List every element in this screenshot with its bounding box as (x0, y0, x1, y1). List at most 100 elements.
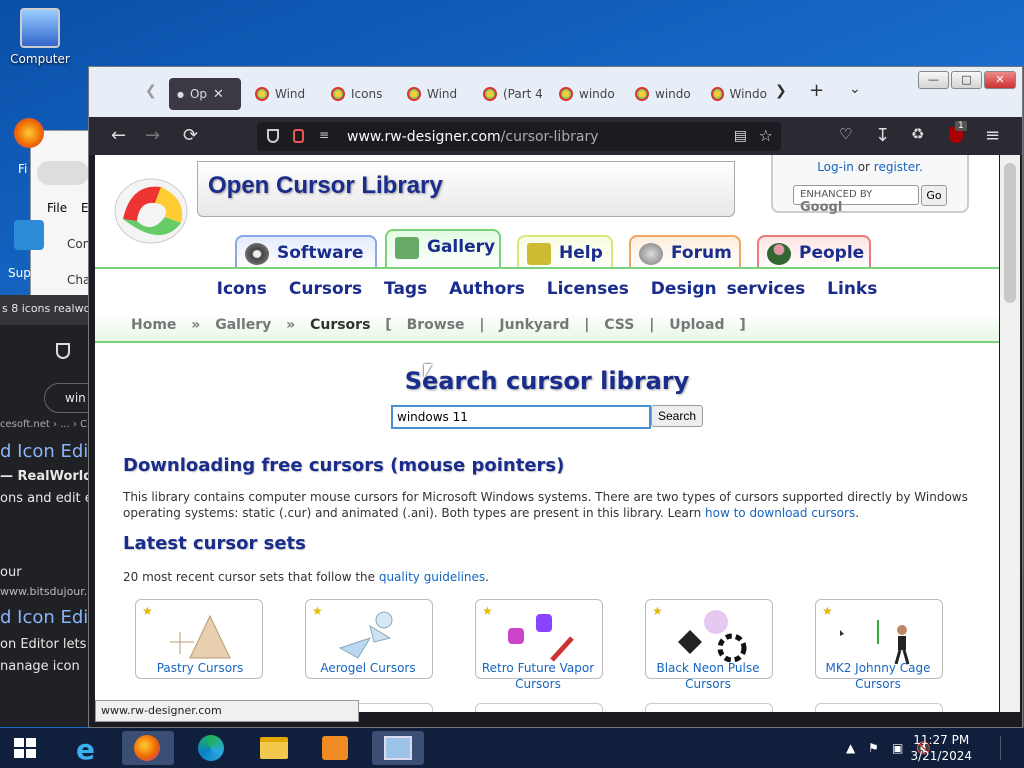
page-scrollbar[interactable] (1000, 155, 1020, 712)
tab-scroll-right-button[interactable]: ❯ (775, 83, 787, 99)
search-button[interactable]: Search (651, 405, 703, 427)
tab-help[interactable]: Help (517, 235, 613, 269)
new-tab-button[interactable]: + (809, 80, 824, 101)
nav-icons[interactable]: Icons (217, 279, 267, 299)
tab-people[interactable]: People (757, 235, 871, 269)
clock[interactable]: 11:27 PM 3/21/2024 (910, 732, 972, 764)
quality-guidelines-link[interactable]: quality guidelines (379, 570, 485, 584)
background-window[interactable]: File E Con Cha (30, 130, 92, 300)
menu-icon[interactable]: ≡ (985, 125, 1000, 146)
heading-downloading: Downloading free cursors (mouse pointers… (123, 455, 565, 476)
site-title[interactable]: Open Cursor Library (208, 172, 443, 200)
action-center-flag-icon[interactable]: ⚑ (868, 741, 879, 755)
taskbar-edge[interactable] (186, 731, 238, 765)
nav-licenses[interactable]: Licenses (547, 279, 629, 299)
extensions-icon[interactable]: ♻ (911, 125, 924, 143)
notifications-button[interactable] (1000, 736, 1016, 760)
cursor-set-name[interactable]: Retro Future Vapor Cursors (463, 660, 613, 692)
nav-cursors[interactable]: Cursors (289, 279, 362, 299)
scrollbar-thumb[interactable] (1004, 163, 1016, 303)
desktop-icon-label: Computer (10, 52, 70, 66)
stop-loading-button[interactable]: ⟳ (183, 125, 198, 146)
network-icon[interactable]: ▣ (892, 741, 903, 755)
tab-4[interactable]: (Part 4 (475, 78, 549, 110)
downloads-icon[interactable]: ↧ (875, 125, 890, 146)
permissions-icon[interactable]: ≡ (319, 128, 329, 142)
firefox-window[interactable]: ❮ ● Op ✕ Wind Icons Wind (Part 4 windo w… (88, 66, 1023, 728)
black-neon-pulse-thumbnail (678, 610, 747, 663)
item-con[interactable]: Con (67, 237, 90, 251)
cursor-set-name[interactable]: Black Neon Pulse Cursors (633, 660, 783, 692)
media-icon (322, 736, 348, 760)
start-button[interactable] (14, 738, 36, 758)
maximize-button[interactable]: □ (951, 71, 982, 89)
tab-7[interactable]: Windo (703, 78, 767, 110)
forward-button[interactable]: → (145, 125, 160, 146)
cursor-set-name[interactable]: Pastry Cursors (125, 660, 275, 676)
taskbar-control-panel[interactable] (372, 731, 424, 765)
back-button[interactable]: ← (111, 125, 126, 146)
how-to-download-link[interactable]: how to download cursors (705, 506, 855, 520)
taskbar-media[interactable] (310, 731, 362, 765)
breadcrumb: Home » Gallery » Cursors [ Browse | Junk… (131, 317, 756, 333)
search-input[interactable] (391, 405, 651, 429)
minimize-button[interactable]: — (918, 71, 949, 89)
tab-gallery[interactable]: Gallery (385, 229, 501, 271)
tab-5[interactable]: windo (551, 78, 625, 110)
taskbar-internet-explorer[interactable]: e (64, 731, 116, 766)
tab-6[interactable]: windo (627, 78, 701, 110)
tab-forum-label: Forum (671, 243, 732, 263)
breadcrumb-gallery[interactable]: Gallery (215, 317, 271, 333)
tab-forum[interactable]: Forum (629, 235, 741, 269)
label-fi: Fi (18, 162, 28, 176)
item-cha[interactable]: Cha (67, 273, 90, 287)
tab-3[interactable]: Wind (399, 78, 473, 110)
url-bar[interactable]: ≡ www.rw-designer.com/cursor-library ▤ ☆ (257, 122, 781, 151)
tab-software[interactable]: Software (235, 235, 377, 269)
breadcrumb-css[interactable]: CSS (604, 317, 634, 333)
nav-links[interactable]: Links (827, 279, 877, 299)
register-link[interactable]: register. (874, 160, 923, 174)
show-hidden-icons[interactable]: ▲ (846, 741, 855, 755)
breadcrumb-junkyard[interactable]: Junkyard (499, 317, 569, 333)
mk2-johnny-cage-thumbnail (840, 620, 910, 664)
menu-file[interactable]: File (47, 201, 67, 215)
breadcrumb-upload[interactable]: Upload (669, 317, 724, 333)
taskbar-file-explorer[interactable] (248, 731, 300, 765)
tab-2[interactable]: Icons (323, 78, 397, 110)
cursor-set-name[interactable]: MK2 Johnny Cage Cursors (803, 660, 953, 692)
setup-desktop-icon[interactable] (14, 220, 44, 250)
taskbar-firefox[interactable] (122, 731, 174, 765)
desktop-icon-computer[interactable]: Computer (2, 8, 78, 66)
go-button[interactable]: Go (921, 185, 947, 206)
lock-icon[interactable] (293, 129, 304, 143)
bookmark-star-icon[interactable]: ☆ (759, 126, 773, 145)
card-edge (815, 703, 943, 712)
tab-0[interactable]: ● Op ✕ (169, 78, 241, 110)
tab-close-icon[interactable]: ✕ (213, 87, 224, 102)
result1-title[interactable]: d Icon Edit (0, 441, 90, 462)
nav-authors[interactable]: Authors (449, 279, 525, 299)
result3-title[interactable]: d Icon Edit (0, 607, 90, 628)
firefox-desktop-icon[interactable] (14, 118, 44, 148)
breadcrumb-home[interactable]: Home (131, 317, 176, 333)
shield-icon[interactable] (267, 129, 279, 143)
list-all-tabs-button[interactable]: ⌄ (849, 81, 861, 97)
background-tab[interactable]: s 8 icons realwor (0, 295, 90, 325)
site-logo[interactable] (111, 173, 191, 247)
pocket-icon[interactable]: ♡ (839, 125, 852, 143)
reader-view-icon[interactable]: ▤ (734, 128, 747, 144)
background-search-box[interactable]: win (44, 383, 90, 413)
firefox-icon (134, 735, 160, 761)
cursor-set-name[interactable]: Aerogel Cursors (293, 660, 443, 676)
login-link[interactable]: Log-in (817, 160, 854, 174)
breadcrumb-browse[interactable]: Browse (407, 317, 465, 333)
tab-scroll-left-button[interactable]: ❮ (145, 83, 157, 99)
star-icon: ★ (652, 604, 663, 618)
tab-1[interactable]: Wind (247, 78, 321, 110)
google-search-input[interactable]: ENHANCED BY Googl (793, 185, 919, 215)
background-browser-window[interactable]: s 8 icons realwor win cesoft.net › ... ›… (0, 295, 90, 727)
nav-tags[interactable]: Tags (384, 279, 427, 299)
nav-design-services[interactable]: Design services (651, 279, 805, 299)
close-button[interactable]: ✕ (984, 71, 1016, 89)
